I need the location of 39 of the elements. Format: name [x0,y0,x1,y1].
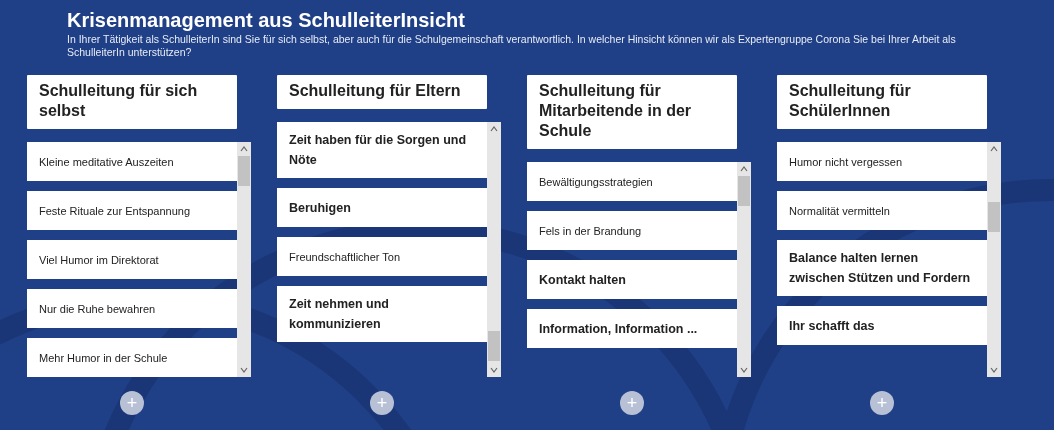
scrollbar[interactable] [237,142,251,377]
scroll-up-icon[interactable] [490,126,498,132]
scrollbar[interactable] [737,162,751,377]
scroll-down-icon[interactable] [240,367,248,373]
scroll-thumb[interactable] [488,331,500,361]
idea-card[interactable]: Kontakt halten [527,260,737,299]
idea-card[interactable]: Humor nicht vergessen [777,142,987,181]
scroll-up-icon[interactable] [240,146,248,152]
idea-card[interactable]: Feste Rituale zur Entspannung [27,191,237,230]
idea-card[interactable]: Information, Information ... [527,309,737,348]
scroll-up-icon[interactable] [990,146,998,152]
column-heading: Schulleitung für sich selbst [27,75,237,129]
idea-card[interactable]: Mehr Humor in der Schule [27,338,237,377]
scroll-thumb[interactable] [238,156,250,186]
scroll-down-icon[interactable] [490,367,498,373]
idea-card[interactable]: Beruhigen [277,188,487,227]
column-heading: Schulleitung für Mitarbeitende in der Schule [527,75,737,149]
column-heading: Schulleitung für SchülerInnen [777,75,987,129]
scroll-up-icon[interactable] [740,166,748,172]
idea-card[interactable]: Kleine meditative Auszeiten [27,142,237,181]
idea-card[interactable]: Zeit haben für die Sorgen und Nöte [277,122,487,178]
scroll-thumb[interactable] [738,176,750,206]
idea-card[interactable]: Bewältigungsstrategien [527,162,737,201]
page-title: Krisenmanagement aus SchulleiterInsicht [67,8,466,32]
idea-card[interactable]: Ihr schafft das [777,306,987,345]
idea-card[interactable]: Zeit nehmen und kommunizieren [277,286,487,342]
scroll-down-icon[interactable] [990,367,998,373]
idea-card[interactable]: Fels in der Brandung [527,211,737,250]
idea-card[interactable]: Freundschaftlicher Ton [277,237,487,276]
idea-card[interactable]: Normalität vermitteln [777,191,987,230]
column-heading: Schulleitung für Eltern [277,75,487,109]
idea-card[interactable]: Nur die Ruhe bewahren [27,289,237,328]
scroll-down-icon[interactable] [740,367,748,373]
scrollbar[interactable] [987,142,1001,377]
idea-card[interactable]: Viel Humor im Direktorat [27,240,237,279]
scroll-thumb[interactable] [988,202,1000,232]
page-description: In Ihrer Tätigkeit als SchulleiterIn sind Sie für sich selbst, aber auch für die Schulgemeinschaft verantwortlich. In welcher Hinsicht können wir als Expertengruppe Corona Sie bei Ihrer Arbeit als SchulleiterIn unterstützen? [67,33,957,59]
idea-card[interactable]: Balance halten lernen zwischen Stützen und Fordern [777,240,987,296]
scrollbar[interactable] [487,122,501,377]
